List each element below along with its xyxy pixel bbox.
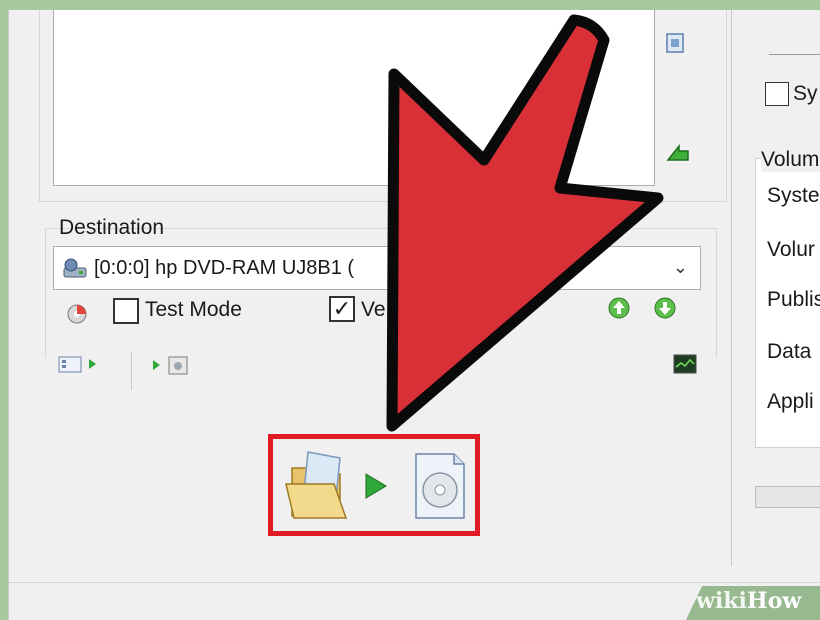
- open-folder-icon: [285, 451, 348, 519]
- wikihow-watermark: wikiHow: [686, 586, 820, 620]
- disc-image-icon: [415, 453, 465, 519]
- play-arrow-icon: [365, 473, 387, 499]
- build-button[interactable]: [282, 446, 472, 531]
